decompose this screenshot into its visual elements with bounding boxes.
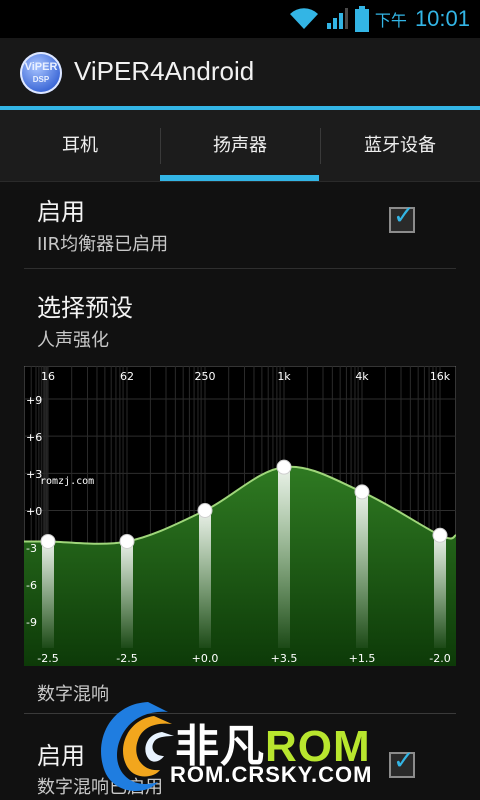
band-bar — [199, 510, 211, 648]
band-value-label: +1.5 — [349, 652, 376, 665]
band-bar — [42, 541, 54, 648]
freq-label: 250 — [195, 370, 216, 383]
app-logo-text: ViPER — [24, 61, 58, 73]
band-handle[interactable] — [354, 484, 370, 500]
freq-label: 1k — [277, 370, 291, 383]
status-bar: 下午 10:01 — [0, 0, 480, 38]
status-icons: 下午 10:01 — [289, 4, 470, 34]
band-bar — [356, 491, 368, 648]
tab-bar-divider — [0, 181, 480, 182]
status-ampm: 下午 — [374, 11, 407, 30]
tab-speaker[interactable]: 扬声器 — [160, 110, 320, 182]
enable-checkbox[interactable]: ✓ — [389, 201, 415, 233]
signal-icon — [326, 8, 348, 29]
band-bar — [434, 535, 446, 648]
app-logo-subtext: DSP — [32, 75, 50, 84]
watermark-logo-icon — [101, 702, 174, 792]
band-handle[interactable] — [276, 459, 292, 475]
checkmark-icon: ✓ — [393, 201, 415, 231]
freq-label: 16 — [41, 370, 55, 383]
divider — [24, 268, 456, 269]
status-time: 10:01 — [414, 6, 470, 31]
watermark-url: ROM.CRSKY.COM — [170, 762, 373, 787]
pref-preset-summary: 人声强化 — [37, 330, 109, 351]
band-value-label: -2.5 — [116, 652, 137, 665]
band-handle[interactable] — [432, 527, 448, 543]
band-handle[interactable] — [119, 533, 135, 549]
freq-label: 16k — [430, 370, 451, 383]
wifi-icon — [289, 8, 318, 29]
band-handle[interactable] — [40, 533, 56, 549]
band-bar — [121, 541, 133, 648]
tab-bar: 耳机 扬声器 蓝牙设备 — [0, 110, 480, 182]
db-label: +9 — [26, 394, 42, 407]
battery-icon — [354, 6, 369, 32]
db-label: -3 — [26, 542, 37, 555]
tab-bluetooth[interactable]: 蓝牙设备 — [320, 110, 480, 182]
pref-enable-title: 启用 — [37, 198, 85, 226]
freq-label: 4k — [355, 370, 369, 383]
tab-headphones[interactable]: 耳机 — [0, 110, 160, 182]
pref-preset-title: 选择预设 — [37, 294, 133, 322]
pref-reverb-enable-title: 启用 — [37, 742, 85, 770]
app-logo-icon[interactable]: ViPER DSP — [20, 52, 62, 94]
band-value-label: -2.5 — [37, 652, 58, 665]
equalizer-graph[interactable]: 16 62 250 1k 4k 16k +9 +6 +3 +0 -3 -6 -9… — [24, 366, 456, 666]
band-value-label: +0.0 — [192, 652, 219, 665]
band-handle[interactable] — [197, 503, 213, 518]
app-title: ViPER4Android — [74, 56, 255, 86]
db-label: +6 — [26, 431, 42, 444]
watermark: 非凡ROM ROM.CRSKY.COM — [80, 690, 440, 800]
db-label: -9 — [26, 616, 37, 629]
db-label: -6 — [26, 579, 37, 592]
band-value-label: -2.0 — [429, 652, 450, 665]
db-label: +0 — [26, 505, 42, 518]
overlay-text: romzj.com — [40, 476, 94, 487]
freq-label: 62 — [120, 370, 134, 383]
pref-enable-summary: IIR均衡器已启用 — [37, 234, 169, 255]
action-bar: ViPER DSP ViPER4Android — [0, 38, 480, 106]
band-value-label: +3.5 — [271, 652, 298, 665]
band-bar — [278, 467, 290, 648]
